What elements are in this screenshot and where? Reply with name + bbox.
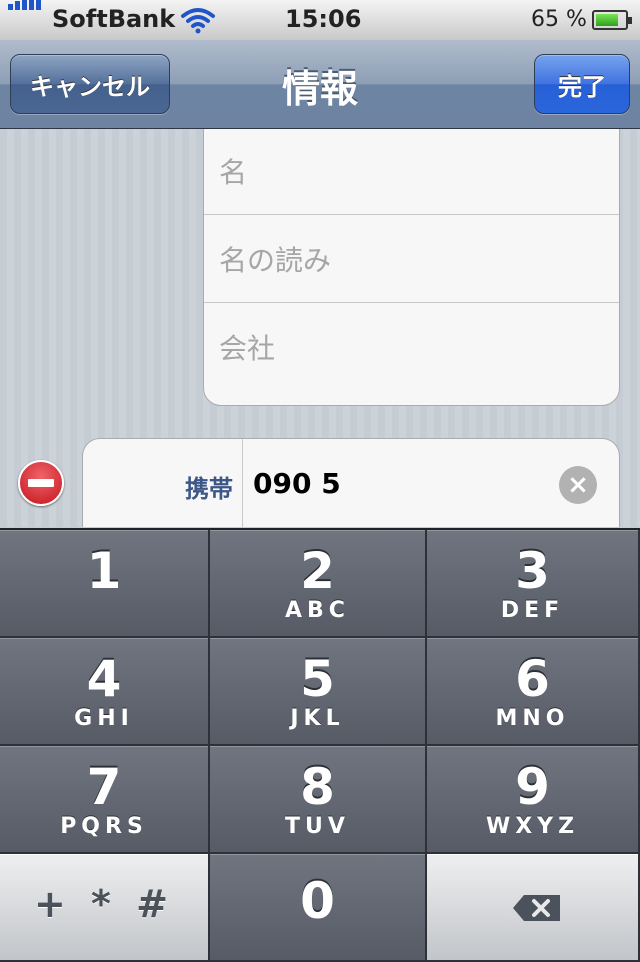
- company-placeholder: 会社: [219, 332, 276, 365]
- key-4[interactable]: 4 GHI: [0, 638, 210, 746]
- carrier-name: SoftBank: [52, 5, 176, 33]
- clock: 15:06: [285, 5, 362, 33]
- key-2-digit: 2: [300, 542, 335, 600]
- name-fields-group: 名 名の読み 会社: [203, 129, 620, 406]
- backspace-key[interactable]: [427, 854, 640, 962]
- navigation-bar: キャンセル 情報 完了: [0, 40, 640, 129]
- phone-type-label[interactable]: 携帯: [83, 469, 233, 504]
- first-name-reading-placeholder: 名の読み: [219, 244, 332, 277]
- key-1[interactable]: 1: [0, 530, 210, 638]
- first-name-reading-field[interactable]: 名の読み: [204, 214, 619, 303]
- key-5-letters: JKL: [290, 706, 345, 731]
- symbols-key[interactable]: + * #: [0, 854, 210, 962]
- key-6-digit: 6: [515, 650, 550, 708]
- key-7-letters: PQRS: [60, 814, 148, 839]
- status-bar: SoftBank 15:06 65 %: [0, 0, 640, 41]
- key-4-digit: 4: [86, 650, 122, 708]
- key-1-digit: 1: [86, 542, 122, 600]
- phone-keypad: 1 2 ABC 3 DEF 4 GHI 5 JKL 6 MNO 7 PQRS 8…: [0, 528, 640, 962]
- first-name-placeholder: 名: [219, 156, 248, 189]
- key-7[interactable]: 7 PQRS: [0, 746, 210, 854]
- key-9-letters: WXYZ: [485, 814, 580, 839]
- key-9[interactable]: 9 WXYZ: [427, 746, 640, 854]
- key-9-digit: 9: [515, 758, 550, 816]
- wifi-icon: [180, 6, 216, 38]
- key-8[interactable]: 8 TUV: [210, 746, 427, 854]
- company-field[interactable]: 会社: [204, 302, 619, 391]
- done-button[interactable]: 完了: [534, 54, 630, 114]
- key-2[interactable]: 2 ABC: [210, 530, 427, 638]
- phone-number-input[interactable]: [253, 463, 543, 503]
- key-2-letters: ABC: [285, 598, 350, 623]
- key-7-digit: 7: [86, 758, 122, 816]
- phone-field-group: 携帯 ×: [82, 438, 620, 527]
- phone-divider: [242, 439, 243, 527]
- key-0-digit: 0: [300, 872, 335, 930]
- key-5[interactable]: 5 JKL: [210, 638, 427, 746]
- battery-icon: [592, 10, 632, 30]
- key-8-digit: 8: [300, 758, 335, 816]
- clear-text-icon[interactable]: ×: [559, 466, 597, 504]
- key-3-letters: DEF: [500, 598, 565, 623]
- battery-percent: 65 %: [531, 7, 587, 32]
- first-name-field[interactable]: 名: [204, 129, 619, 215]
- backspace-icon: [513, 895, 560, 921]
- key-6[interactable]: 6 MNO: [427, 638, 640, 746]
- key-8-letters: TUV: [285, 814, 350, 839]
- key-3[interactable]: 3 DEF: [427, 530, 640, 638]
- key-0[interactable]: 0: [210, 854, 427, 962]
- contact-form: 名 名の読み 会社 携帯 ×: [0, 129, 640, 527]
- key-5-digit: 5: [300, 650, 335, 708]
- key-6-letters: MNO: [495, 706, 570, 731]
- key-4-letters: GHI: [74, 706, 134, 731]
- delete-phone-icon[interactable]: [18, 460, 64, 506]
- key-3-digit: 3: [515, 542, 550, 600]
- symbols-label: + * #: [33, 882, 174, 926]
